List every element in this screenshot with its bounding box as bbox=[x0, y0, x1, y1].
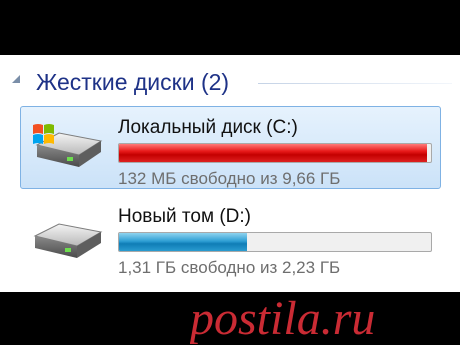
hard-drive-icon bbox=[33, 223, 103, 258]
postila-watermark-logo: postila.ru bbox=[190, 292, 375, 345]
capacity-bar bbox=[118, 232, 432, 252]
group-title: Жесткие диски (2) bbox=[36, 69, 230, 95]
drive-free-space: 1,31 ГБ свободно из 2,23 ГБ bbox=[118, 258, 341, 277]
group-header-hard-disks[interactable]: Жесткие диски (2) bbox=[8, 65, 452, 101]
drive-item-c[interactable]: Локальный диск (C:) 132 МБ свободно из 9… bbox=[20, 106, 441, 189]
drive-name: Локальный диск (C:) bbox=[118, 117, 298, 138]
capacity-bar-fill bbox=[119, 144, 427, 162]
explorer-drives-panel: Жесткие диски (2) Локальный диск (C:) 13… bbox=[0, 55, 460, 292]
drive-item-d[interactable]: Новый том (D:) 1,31 ГБ свободно из 2,23 … bbox=[20, 199, 441, 277]
windows-hard-drive-icon bbox=[33, 124, 103, 167]
top-black-band bbox=[0, 0, 460, 55]
svg-text:postila.ru: postila.ru bbox=[190, 292, 375, 345]
capacity-bar bbox=[118, 143, 432, 163]
drive-free-space: 132 МБ свободно из 9,66 ГБ bbox=[118, 169, 341, 188]
drive-name: Новый том (D:) bbox=[118, 206, 251, 227]
collapse-chevron-icon[interactable] bbox=[11, 74, 21, 84]
group-divider bbox=[258, 83, 452, 84]
capacity-bar-fill bbox=[119, 233, 247, 251]
